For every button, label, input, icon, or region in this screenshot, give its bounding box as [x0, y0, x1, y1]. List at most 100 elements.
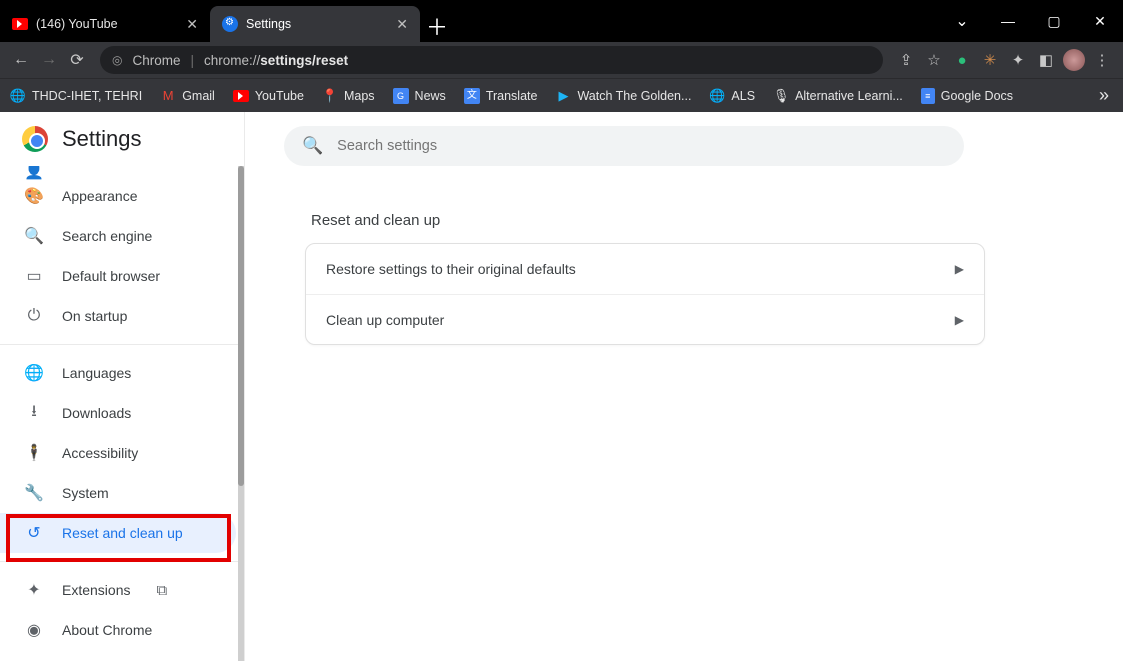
palette-icon: 🎨 — [24, 186, 44, 206]
bookmark-item[interactable]: 🌐THDC-IHET, TEHRI — [10, 88, 142, 104]
extensions-puzzle-icon[interactable]: ✦ — [1007, 51, 1029, 69]
sidebar-item-system[interactable]: 🔧 System — [0, 473, 244, 513]
tab-settings[interactable]: Settings ✕ — [210, 6, 420, 42]
bookmark-star-icon[interactable]: ☆ — [923, 51, 945, 69]
new-tab-button[interactable]: ＋ — [420, 10, 454, 42]
extension-icon[interactable]: ✳ — [979, 51, 1001, 69]
browser-icon: ▭ — [24, 266, 44, 286]
globe-icon: 🌐 — [709, 88, 725, 104]
chrome-logo-icon — [22, 126, 48, 152]
site-info-icon[interactable]: ◎ — [112, 53, 122, 67]
row-restore-defaults[interactable]: Restore settings to their original defau… — [306, 244, 984, 294]
settings-card: Restore settings to their original defau… — [305, 243, 985, 345]
scrollbar-thumb[interactable] — [238, 166, 244, 486]
docs-icon: ≡ — [921, 88, 935, 104]
gmail-icon: M — [160, 88, 176, 104]
profile-avatar[interactable] — [1063, 49, 1085, 71]
row-label: Clean up computer — [326, 312, 444, 328]
sidebar-item-accessibility[interactable]: 🕴 Accessibility — [0, 433, 244, 473]
window-controls: ⌄ — ▢ ✕ — [939, 0, 1123, 42]
globe-icon: 🌐 — [10, 88, 26, 104]
youtube-icon — [12, 18, 28, 30]
close-icon[interactable]: ✕ — [186, 16, 198, 33]
person-icon: 👤 — [24, 166, 44, 181]
bookmark-item[interactable]: 文Translate — [464, 88, 538, 104]
download-icon: ⭳ — [24, 400, 44, 427]
minimize-button[interactable]: — — [985, 0, 1031, 42]
bookmark-item[interactable]: MGmail — [160, 88, 215, 104]
settings-gear-icon — [222, 16, 238, 32]
settings-search[interactable]: 🔍 — [284, 126, 964, 166]
search-icon: 🔍 — [24, 226, 44, 246]
tab-strip: (146) YouTube ✕ Settings ✕ ＋ — [0, 0, 454, 42]
settings-main: 🔍 Reset and clean up Restore settings to… — [245, 112, 1123, 661]
maps-icon: 📍 — [322, 88, 338, 104]
tab-label: Settings — [246, 17, 291, 31]
bookmark-item[interactable]: 🎙Alternative Learni... — [773, 88, 903, 104]
sidebar-item-label: About Chrome — [62, 622, 152, 638]
bookmarks-bar: 🌐THDC-IHET, TEHRI MGmail YouTube 📍Maps G… — [0, 78, 1123, 112]
extension-icon: ✦ — [24, 580, 44, 600]
sidepanel-icon[interactable]: ◧ — [1035, 51, 1057, 69]
bookmark-item[interactable]: GNews — [393, 88, 446, 104]
maximize-button[interactable]: ▢ — [1031, 0, 1077, 42]
sidebar-item-search-engine[interactable]: 🔍 Search engine — [0, 216, 244, 256]
extension-grammarly-icon[interactable]: ● — [951, 52, 973, 69]
sidebar-item-label: Accessibility — [62, 445, 138, 461]
restore-icon: ↺ — [24, 523, 44, 543]
reload-button[interactable]: ⟳ — [66, 50, 88, 70]
sidebar-item-label: Extensions — [62, 582, 130, 598]
settings-menu: 👤🎨Appearance 🔍 Search engine ▭ Default brows… — [0, 166, 244, 661]
sidebar-item-appearance[interactable]: 🎨Appearance — [0, 176, 244, 216]
sidebar-item-languages[interactable]: 🌐Languages — [0, 353, 244, 393]
accessibility-icon: 🕴 — [24, 443, 44, 463]
back-button[interactable]: ← — [10, 51, 32, 69]
bookmark-item[interactable]: ≡Google Docs — [921, 88, 1013, 104]
sidebar-item-label: On startup — [62, 308, 127, 324]
sidebar-item-default-browser[interactable]: ▭ Default browser — [0, 256, 244, 296]
bookmark-item[interactable]: YouTube — [233, 89, 304, 103]
sidebar-item-on-startup[interactable]: ⏻ On startup — [0, 296, 244, 336]
globe-icon: 🌐 — [24, 363, 44, 383]
wrench-icon: 🔧 — [24, 483, 44, 503]
sidebar-item-label: Default browser — [62, 268, 160, 284]
settings-title: Settings — [62, 126, 142, 152]
row-label: Restore settings to their original defau… — [326, 261, 576, 277]
sidebar-item-label: System — [62, 485, 109, 501]
sidebar-item-extensions[interactable]: ✦ Extensions ⧉ — [0, 570, 244, 610]
browser-toolbar: ← → ⟳ ◎ Chrome | chrome://settings/reset… — [0, 42, 1123, 78]
chrome-icon: ◉ — [24, 620, 44, 640]
row-clean-up-computer[interactable]: Clean up computer ▶ — [306, 294, 984, 344]
sidebar-item-downloads[interactable]: ⭳ Downloads — [0, 393, 244, 433]
settings-page: Settings 👤🎨Appearance 🔍 Search engine ▭ Defa… — [0, 112, 1123, 661]
chevron-right-icon: ▶ — [955, 262, 964, 276]
translate-icon: 文 — [464, 88, 480, 104]
close-icon[interactable]: ✕ — [396, 16, 408, 33]
chevron-down-icon[interactable]: ⌄ — [939, 0, 985, 42]
search-input[interactable] — [337, 138, 946, 154]
bookmark-item[interactable]: ▶Watch The Golden... — [555, 88, 691, 104]
url-scheme-label: Chrome — [132, 53, 180, 68]
close-button[interactable]: ✕ — [1077, 0, 1123, 42]
bookmark-item[interactable]: 📍Maps — [322, 88, 375, 104]
kebab-menu-icon[interactable]: ⋮ — [1091, 51, 1113, 69]
open-in-new-icon: ⧉ — [156, 582, 167, 599]
bookmark-overflow-icon[interactable]: » — [1099, 85, 1113, 106]
url-text: chrome://settings/reset — [204, 53, 348, 68]
forward-button[interactable]: → — [38, 51, 60, 69]
sidebar-item-label: Downloads — [62, 405, 131, 421]
address-bar[interactable]: ◎ Chrome | chrome://settings/reset — [100, 46, 883, 74]
news-icon: G — [393, 88, 409, 104]
section-title: Reset and clean up — [305, 212, 985, 229]
tab-youtube[interactable]: (146) YouTube ✕ — [0, 6, 210, 42]
power-icon: ⏻ — [24, 307, 44, 325]
share-icon[interactable]: ⇪ — [895, 51, 917, 69]
sidebar-item-reset-and-clean-up[interactable]: ↺Reset and clean up — [0, 513, 236, 553]
settings-header: Settings — [0, 112, 244, 166]
youtube-icon — [233, 90, 249, 102]
sound-icon: 🎙 — [773, 88, 789, 104]
sidebar-item-label: Search engine — [62, 228, 152, 244]
sidebar-item-cutoff[interactable]: 👤 — [0, 166, 244, 176]
sidebar-item-about-chrome[interactable]: ◉ About Chrome — [0, 610, 244, 650]
bookmark-item[interactable]: 🌐ALS — [709, 88, 755, 104]
